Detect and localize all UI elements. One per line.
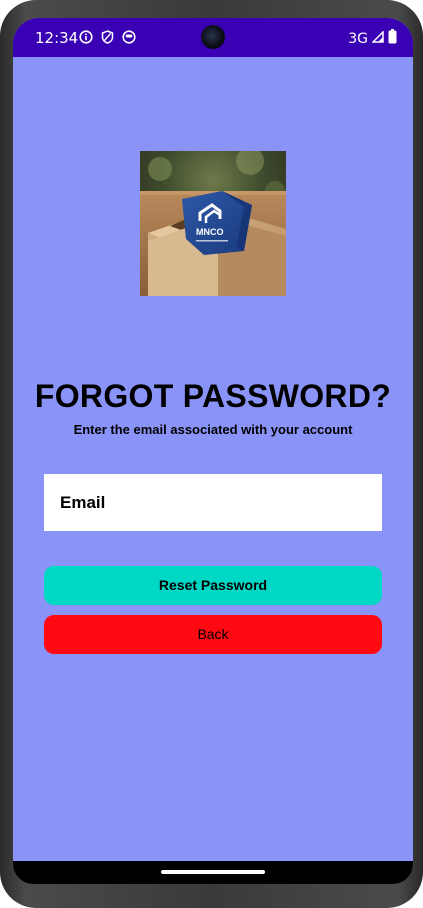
signal-icon xyxy=(371,30,384,48)
navigation-bar xyxy=(13,861,413,884)
page-title: FORGOT PASSWORD? xyxy=(34,378,392,414)
front-camera xyxy=(201,25,225,49)
status-system-icons: 3G xyxy=(348,29,397,49)
status-bar: 12:34 3G xyxy=(13,18,413,57)
page-subtitle: Enter the email associated with your acc… xyxy=(73,422,353,437)
home-indicator[interactable] xyxy=(161,870,265,874)
app-logo: MNCO xyxy=(140,151,286,296)
back-button[interactable]: Back xyxy=(44,615,382,654)
sync-icon xyxy=(122,30,136,44)
network-type: 3G xyxy=(348,31,368,47)
email-input[interactable] xyxy=(44,474,382,531)
status-notification-icons xyxy=(79,30,136,44)
device-frame: 12:34 3G MNCO FORGOT PASSWORD? Enter the… xyxy=(0,0,423,908)
status-time: 12:34 xyxy=(35,29,79,47)
battery-icon xyxy=(388,29,397,49)
app-screen: 12:34 3G MNCO FORGOT PASSWORD? Enter the… xyxy=(13,18,413,884)
shield-icon xyxy=(101,30,114,44)
info-icon xyxy=(79,30,93,44)
logo-brand-text: MNCO xyxy=(196,227,224,237)
mnco-box-logo: MNCO xyxy=(140,151,286,296)
reset-password-button[interactable]: Reset Password xyxy=(44,566,382,605)
